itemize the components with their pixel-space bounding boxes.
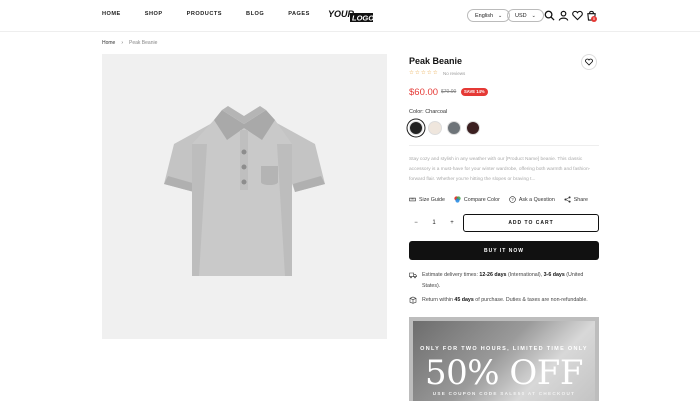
wishlist-icon[interactable] — [572, 10, 583, 21]
share-link[interactable]: Share — [564, 196, 588, 203]
breadcrumb-home[interactable]: Home — [102, 40, 115, 46]
size-guide-link[interactable]: Size Guide — [409, 196, 445, 203]
site-header: HOME SHOP PRODUCTS BLOG PAGES YOUR LOGO … — [0, 0, 700, 32]
chevron-right-icon: › — [121, 40, 124, 46]
compare-price: $70.00 — [441, 89, 457, 95]
return-suffix: of purchase. Duties & taxes are non-refu… — [473, 297, 588, 303]
color-swatches — [409, 121, 485, 135]
promo-subtitle: ONLY FOR TWO HOURS, LIMITED TIME ONLY — [420, 346, 588, 352]
account-icon[interactable] — [558, 10, 569, 21]
question-icon: ? — [509, 196, 516, 203]
reviews-count[interactable]: No reviews — [443, 71, 465, 76]
product-description: Stay cozy and stylish in any weather wit… — [409, 157, 591, 182]
breadcrumb: Home › Peak Beanie — [102, 40, 157, 46]
chevron-down-icon: ⌄ — [531, 12, 536, 19]
swatch-cream[interactable] — [428, 121, 442, 135]
add-to-cart-button[interactable]: ADD TO CART — [463, 214, 599, 232]
currency-value: USD — [515, 12, 527, 19]
breadcrumb-current: Peak Beanie — [129, 40, 158, 46]
color-palette-icon — [454, 196, 461, 203]
nav-shop[interactable]: SHOP — [145, 11, 163, 17]
swatch-charcoal[interactable] — [409, 121, 423, 135]
svg-text:?: ? — [511, 197, 514, 202]
qty-input[interactable]: 1 — [427, 220, 441, 226]
logo-text-bottom: LOGO — [352, 14, 374, 23]
size-guide-label: Size Guide — [419, 196, 445, 203]
qty-decrease-button[interactable]: − — [409, 220, 423, 226]
product-utility-links: Size Guide Compare Color ? Ask a Questio… — [409, 196, 599, 203]
nav-blog[interactable]: BLOG — [246, 11, 264, 17]
return-prefix: Return within — [422, 297, 455, 303]
swatch-burgundy[interactable] — [466, 121, 480, 135]
delivery-estimate: Estimate delivery times: 12-26 days (Int… — [409, 270, 599, 292]
selected-color: Charcoal — [425, 109, 448, 115]
delivery-intl-label: (International), — [506, 272, 544, 278]
delivery-intl-days: 12-26 days — [479, 272, 507, 278]
language-selector[interactable]: English ⌄ — [467, 9, 511, 22]
heart-icon — [585, 58, 593, 66]
current-price: $60.00 — [409, 87, 439, 98]
promo-banner[interactable]: ONLY FOR TWO HOURS, LIMITED TIME ONLY 50… — [409, 317, 599, 401]
currency-selector[interactable]: USD ⌄ — [507, 9, 544, 22]
compare-color-link[interactable]: Compare Color — [454, 196, 500, 203]
share-icon — [564, 196, 571, 203]
main-nav: HOME SHOP PRODUCTS BLOG PAGES — [102, 11, 334, 17]
shirt-placeholder-image — [164, 106, 325, 276]
delivery-text: Estimate delivery times: 12-26 days (Int… — [422, 270, 599, 292]
return-policy: Return within 45 days of purchase. Dutie… — [409, 295, 599, 306]
divider — [409, 145, 599, 146]
nav-pages[interactable]: PAGES — [288, 11, 310, 17]
compare-color-label: Compare Color — [463, 196, 500, 203]
promo-coupon-text: USE COUPON CODE SALE50 AT CHECKOUT — [432, 391, 576, 396]
discount-badge: SAVE 14% — [461, 88, 488, 96]
nav-products[interactable]: PRODUCTS — [187, 11, 222, 17]
swatch-gray[interactable] — [447, 121, 461, 135]
delivery-prefix: Estimate delivery times: — [422, 272, 480, 278]
quantity-stepper: − 1 + — [409, 214, 459, 232]
ask-question-link[interactable]: ? Ask a Question — [509, 196, 555, 203]
nav-home[interactable]: HOME — [102, 11, 121, 17]
rating-stars: ☆☆☆☆☆ — [409, 70, 439, 76]
ask-question-label: Ask a Question — [518, 196, 555, 203]
chevron-down-icon: ⌄ — [498, 12, 503, 19]
add-to-wishlist-button[interactable] — [581, 54, 597, 70]
return-days: 45 days — [454, 297, 474, 303]
promo-headline: 50% OFF — [425, 353, 583, 393]
cart-count-badge: 0 — [591, 16, 597, 22]
site-logo[interactable]: YOUR LOGO — [327, 8, 374, 22]
search-icon[interactable] — [544, 10, 555, 21]
ruler-icon — [409, 197, 416, 202]
share-label: Share — [573, 196, 588, 203]
language-value: English — [475, 12, 494, 19]
color-label: Color: Charcoal — [409, 109, 447, 115]
buy-now-button[interactable]: BUY IT NOW — [409, 241, 599, 260]
delivery-truck-icon — [409, 272, 417, 279]
product-image[interactable] — [102, 54, 387, 339]
delivery-us-days: 3-6 days — [543, 272, 565, 278]
product-title: Peak Beanie — [409, 56, 463, 66]
color-label-text: Color: — [409, 109, 424, 115]
return-text: Return within 45 days of purchase. Dutie… — [422, 295, 588, 306]
return-box-icon — [409, 296, 417, 304]
qty-increase-button[interactable]: + — [445, 220, 459, 226]
